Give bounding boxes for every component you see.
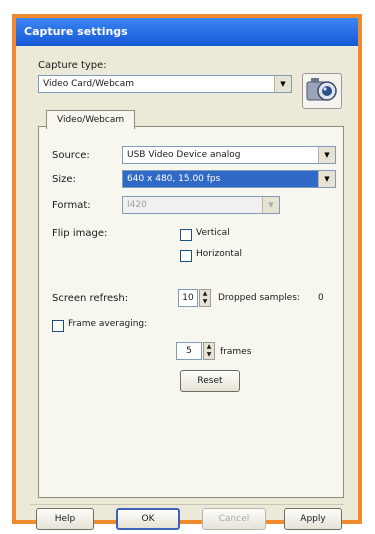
capture-type-label: Capture type: [38,60,107,71]
horizontal-checkbox[interactable] [180,250,192,262]
format-value: I420 [127,200,147,210]
flip-image-label: Flip image: [52,228,108,239]
frame-averaging-input[interactable]: 5 [176,342,202,360]
dropped-samples-label: Dropped samples: [218,293,300,303]
size-value: 640 x 480, 15.00 fps [127,174,221,184]
source-label: Source: [52,150,90,161]
capture-type-select[interactable]: Video Card/Webcam ▼ [38,75,292,93]
chevron-down-icon[interactable]: ▼ [262,197,279,213]
divider [30,504,344,505]
frames-unit-label: frames [220,347,252,357]
window-title: Capture settings [16,18,358,46]
chevron-down-icon[interactable]: ▼ [318,171,335,187]
screen-refresh-spinner[interactable]: ▲ ▼ [199,289,211,307]
format-select[interactable]: I420 ▼ [122,196,280,214]
horizontal-label: Horizontal [196,249,242,259]
size-select[interactable]: 640 x 480, 15.00 fps ▼ [122,170,336,188]
screen-refresh-input[interactable]: 10 [178,289,198,307]
tab-video-webcam[interactable]: Video/Webcam [46,110,136,129]
vertical-checkbox[interactable] [180,229,192,241]
ok-button[interactable]: OK [116,508,180,530]
capture-type-value: Video Card/Webcam [43,79,135,89]
frame-averaging-checkbox[interactable] [52,320,64,332]
frame-averaging-label: Frame averaging: [68,319,148,329]
source-value: USB Video Device analog [127,150,241,160]
format-label: Format: [52,200,91,211]
help-button[interactable]: Help [36,508,94,530]
cancel-button[interactable]: Cancel [202,508,266,530]
dropped-samples-value: 0 [318,293,324,303]
size-label: Size: [52,174,76,185]
webcam-icon[interactable] [302,73,342,109]
screen-refresh-label: Screen refresh: [52,293,129,304]
source-select[interactable]: USB Video Device analog ▼ [122,146,336,164]
chevron-down-icon[interactable]: ▼ [274,76,291,92]
vertical-label: Vertical [196,228,230,238]
capture-settings-window: Capture settings Capture type: Video Car… [12,14,362,530]
chevron-down-icon[interactable]: ▼ [318,147,335,163]
reset-button[interactable]: Reset [180,370,240,392]
apply-button[interactable]: Apply [284,508,342,530]
frame-averaging-spinner[interactable]: ▲ ▼ [203,342,215,360]
